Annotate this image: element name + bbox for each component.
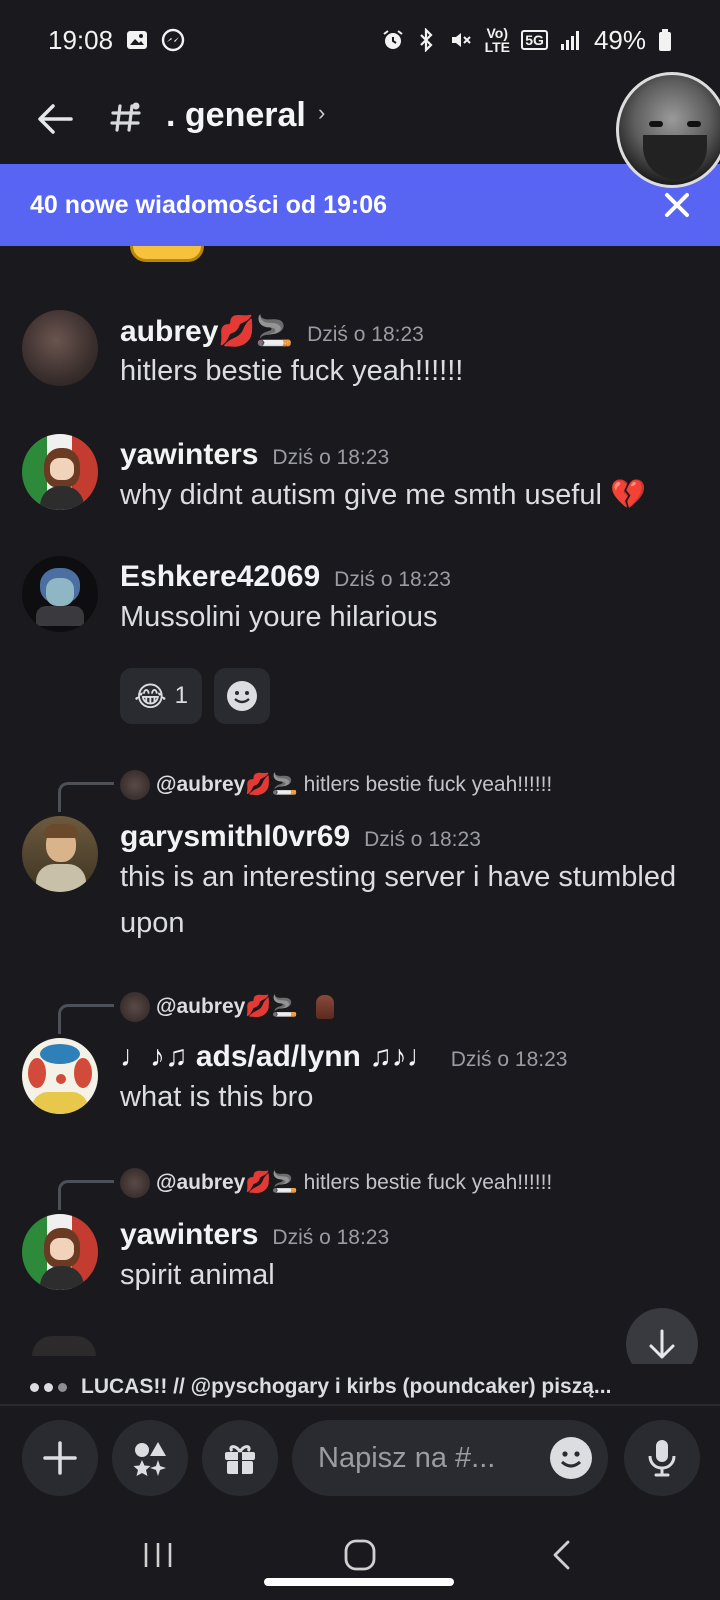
banner-close-button[interactable] bbox=[658, 186, 696, 224]
reaction-laugh[interactable]: 😂 1 bbox=[120, 668, 202, 724]
reply-name: @aubrey💋🚬 bbox=[156, 1171, 298, 1194]
divider bbox=[0, 1404, 720, 1406]
chevron-left-icon bbox=[553, 1540, 570, 1570]
back-nav-button[interactable] bbox=[532, 1530, 592, 1580]
timestamp: Dziś o 18:23 bbox=[272, 446, 390, 469]
message-input-placeholder: Napisz na #... bbox=[318, 1441, 496, 1474]
message-text: spirit animal bbox=[120, 1259, 275, 1291]
avatar[interactable] bbox=[22, 310, 98, 386]
smiley-icon bbox=[551, 1438, 591, 1478]
message-composer: Napisz na #... bbox=[0, 1416, 720, 1516]
5g-icon: 5G bbox=[521, 30, 548, 50]
recents-button[interactable] bbox=[128, 1530, 188, 1580]
channel-hash-icon bbox=[104, 92, 148, 142]
channel-title[interactable]: . general bbox=[166, 96, 306, 135]
battery-percent: 49% bbox=[593, 24, 646, 55]
reply-reference[interactable]: @aubrey💋🚬 bbox=[120, 992, 334, 1022]
emoji-picker-button[interactable] bbox=[550, 1437, 592, 1479]
volte-icon: Vo) LTE bbox=[484, 25, 510, 55]
username[interactable]: ♩♪♫ ads/ad/lynn ♫♪♩ bbox=[120, 1040, 437, 1074]
username[interactable]: garysmithl0vr69 bbox=[120, 820, 350, 854]
image-icon bbox=[125, 28, 149, 52]
reply-text: hitlers bestie fuck yeah!!!!!! bbox=[303, 1171, 553, 1194]
message-text: Mussolini youre hilarious bbox=[120, 601, 438, 633]
avatar[interactable] bbox=[22, 434, 98, 510]
reply-reference[interactable]: @aubrey💋🚬 hitlers bestie fuck yeah!!!!!! bbox=[120, 770, 552, 800]
typing-dots-icon bbox=[30, 1382, 67, 1392]
gesture-pill bbox=[264, 1578, 454, 1586]
reply-avatar bbox=[120, 992, 150, 1022]
bluetooth-icon bbox=[417, 28, 437, 52]
messenger-icon bbox=[161, 28, 185, 52]
laughing-emoji-icon: 😂 bbox=[133, 680, 167, 712]
avatar[interactable] bbox=[22, 1038, 98, 1114]
user-avatar[interactable] bbox=[616, 72, 720, 188]
timestamp: Dziś o 18:23 bbox=[450, 1048, 568, 1071]
message-input[interactable]: Napisz na #... bbox=[292, 1420, 608, 1496]
system-nav-bar bbox=[0, 1516, 720, 1600]
recents-icon bbox=[144, 1543, 172, 1567]
message-text: this is an interesting server i have stu… bbox=[120, 861, 677, 939]
arrow-down-icon bbox=[649, 1329, 675, 1359]
message-text: what is this bro bbox=[120, 1081, 314, 1113]
message-item[interactable]: @aubrey💋🚬 ♩♪♫ ads/ad/lynn ♫♪♩ Dziś o 18:… bbox=[0, 990, 720, 1120]
home-icon bbox=[344, 1539, 376, 1571]
message-item[interactable]: aubrey💋🚬 Dziś o 18:23 hitlers bestie fuc… bbox=[0, 306, 720, 406]
reply-name: @aubrey💋🚬 bbox=[156, 995, 298, 1018]
timestamp: Dziś o 18:23 bbox=[307, 323, 424, 346]
battery-icon bbox=[658, 28, 672, 52]
reply-reference[interactable]: @aubrey💋🚬 hitlers bestie fuck yeah!!!!!! bbox=[120, 1168, 552, 1198]
channel-header: . general › bbox=[0, 80, 720, 164]
apps-button[interactable] bbox=[112, 1420, 188, 1496]
username[interactable]: aubrey💋🚬 bbox=[120, 314, 293, 349]
mute-icon bbox=[449, 28, 473, 52]
voice-message-button[interactable] bbox=[624, 1420, 700, 1496]
status-bar: 19:08 Vo) LTE 5G 49% bbox=[0, 0, 720, 80]
alarm-icon bbox=[381, 28, 405, 52]
add-attachment-button[interactable] bbox=[22, 1420, 98, 1496]
avatar[interactable] bbox=[22, 816, 98, 892]
apps-icon bbox=[133, 1442, 166, 1476]
timestamp: Dziś o 18:23 bbox=[272, 1226, 390, 1249]
banner-text: 40 nowe wiadomości od 19:06 bbox=[30, 190, 388, 219]
reply-name: @aubrey💋🚬 bbox=[156, 773, 298, 796]
message-item[interactable]: @aubrey💋🚬 hitlers bestie fuck yeah!!!!!!… bbox=[0, 1166, 720, 1296]
home-button[interactable] bbox=[330, 1530, 390, 1580]
message-item[interactable]: yawinters Dziś o 18:23 why didnt autism … bbox=[0, 430, 720, 530]
emoji-partial bbox=[130, 246, 204, 262]
typing-text: LUCAS!! // @pyschogary i kirbs (poundcak… bbox=[81, 1375, 612, 1398]
gift-icon bbox=[225, 1445, 255, 1474]
close-icon bbox=[665, 193, 689, 217]
arrow-left-icon bbox=[38, 104, 73, 134]
partial-avatar bbox=[32, 1336, 96, 1356]
username[interactable]: Eshkere42069 bbox=[120, 560, 320, 594]
microphone-icon bbox=[648, 1440, 676, 1477]
timestamp: Dziś o 18:23 bbox=[334, 568, 451, 591]
reply-text: hitlers bestie fuck yeah!!!!!! bbox=[303, 773, 553, 796]
gift-button[interactable] bbox=[202, 1420, 278, 1496]
username[interactable]: yawinters bbox=[120, 1218, 258, 1252]
username[interactable]: yawinters bbox=[120, 438, 258, 472]
new-messages-banner[interactable]: 40 nowe wiadomości od 19:06 bbox=[0, 164, 720, 246]
message-item[interactable]: @aubrey💋🚬 hitlers bestie fuck yeah!!!!!!… bbox=[0, 766, 720, 956]
smiley-icon bbox=[227, 681, 257, 711]
reply-avatar bbox=[120, 770, 150, 800]
message-item[interactable]: Eshkere42069 Dziś o 18:23 Mussolini your… bbox=[0, 556, 720, 726]
message-text: hitlers bestie fuck yeah!!!!!! bbox=[120, 355, 464, 387]
clock: 19:08 bbox=[48, 24, 114, 55]
timestamp: Dziś o 18:23 bbox=[364, 828, 481, 851]
add-reaction-button[interactable] bbox=[214, 668, 270, 724]
chevron-right-icon[interactable]: › bbox=[318, 100, 325, 126]
figure-emoji-icon bbox=[315, 995, 334, 1019]
reaction-count: 1 bbox=[174, 682, 189, 709]
plus-icon bbox=[43, 1441, 77, 1475]
message-text: why didnt autism give me smth useful 💔 bbox=[120, 479, 647, 511]
avatar[interactable] bbox=[22, 556, 98, 632]
reply-avatar bbox=[120, 1168, 150, 1198]
avatar[interactable] bbox=[22, 1214, 98, 1290]
back-button[interactable] bbox=[30, 94, 80, 144]
signal-icon bbox=[560, 29, 582, 51]
